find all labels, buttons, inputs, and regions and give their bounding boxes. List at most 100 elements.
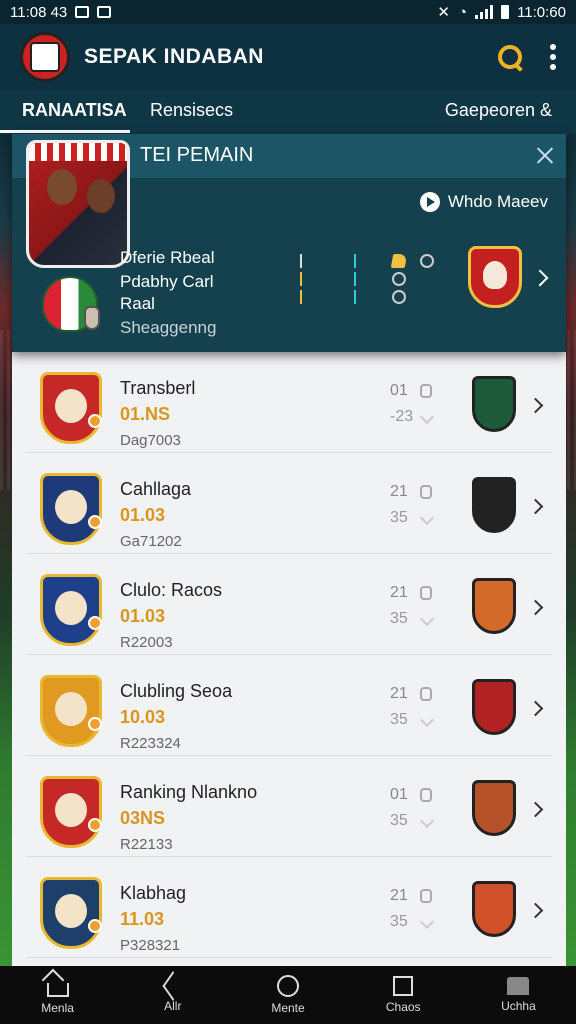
club-crest — [40, 675, 102, 747]
featured-line-1: Dferie Rbeal — [120, 248, 215, 267]
badge-dot-icon — [88, 515, 102, 529]
stat-icon — [420, 485, 432, 499]
club-crest — [40, 473, 102, 545]
list-item-rating: 01.03 — [120, 505, 166, 525]
ball-icon — [420, 254, 434, 268]
video-link[interactable]: Whdo Maeev — [419, 192, 548, 212]
list-item-code: Ga71202 — [120, 533, 182, 550]
stat-icon — [420, 788, 432, 802]
chevron-right-icon[interactable] — [527, 498, 544, 515]
list-item-stat-2: 35 — [390, 711, 408, 728]
stat-icons-col — [390, 254, 408, 304]
nav-item-menla[interactable]: Menla — [0, 966, 115, 1024]
square-icon — [393, 976, 414, 996]
chevron-down-icon — [419, 510, 435, 526]
chevron-right-icon[interactable] — [527, 902, 544, 919]
list-item-code: P328321 — [120, 937, 181, 954]
chevron-down-icon — [419, 712, 435, 728]
list-item-stat-2: 35 — [390, 610, 408, 627]
circle-icon — [277, 975, 299, 997]
play-icon — [419, 192, 440, 212]
stat-icon — [420, 687, 432, 701]
app-title: SEPAK INDABAN — [84, 45, 264, 68]
store-icon — [507, 977, 530, 995]
status-bar: 11:08 43 ✕ ◔ 11:0:60 — [0, 0, 576, 24]
search-icon[interactable] — [496, 43, 524, 72]
nav-label: Mente — [271, 1001, 305, 1015]
bottom-navigation: Menla Allr Mente Chaos Uchha — [0, 966, 576, 1024]
image-icon — [97, 6, 112, 18]
list-item-code: Dag7003 — [120, 432, 181, 449]
more-options-icon[interactable] — [550, 44, 556, 70]
wifi-icon: ◔ — [458, 3, 468, 21]
club-crest — [40, 574, 102, 646]
list-item-name: Ranking Nlankno — [120, 782, 258, 802]
stat-icon — [420, 384, 432, 398]
club-crest — [40, 372, 102, 444]
badge-dot-icon — [88, 616, 102, 630]
list-item[interactable]: Klabhag 11.03 P328321 21 35 — [26, 857, 552, 958]
nav-item-mente[interactable]: Mente — [230, 966, 345, 1024]
status-time-left: 11:08 43 — [10, 3, 68, 21]
list-item-rating: 01.03 — [120, 606, 166, 626]
stat-bars-col-1 — [300, 254, 302, 304]
app-logo[interactable] — [20, 32, 70, 82]
notification-icon — [75, 6, 90, 18]
list-item[interactable]: Transberl 01.NS Dag7003 01 -23 — [26, 352, 552, 453]
list-item-rating: 01.NS — [120, 404, 171, 424]
player-photo — [26, 140, 130, 268]
active-tab-indicator — [0, 130, 130, 133]
nav-label: Chaos — [385, 1000, 421, 1014]
chevron-right-icon[interactable] — [527, 599, 544, 616]
chevron-down-icon — [419, 409, 435, 425]
nav-item-uchha[interactable]: Uchha — [461, 966, 576, 1024]
tab-bar: RANAATISA Rensisecs Gaepeoren & — [0, 90, 576, 134]
chevron-down-icon — [419, 813, 435, 829]
list-item-rating: 03NS — [120, 808, 166, 828]
stat-icon — [420, 889, 432, 903]
close-icon[interactable] — [536, 146, 554, 164]
opponent-crest — [472, 376, 516, 432]
chevron-down-icon — [419, 611, 435, 627]
opponent-crest — [472, 578, 516, 634]
nav-item-allr[interactable]: Allr — [115, 966, 230, 1024]
chevron-right-icon[interactable] — [527, 801, 544, 818]
list-item-rating: 10.03 — [120, 707, 166, 727]
list-item-code: R22133 — [120, 836, 173, 853]
chevron-right-icon[interactable] — [527, 397, 544, 414]
club-crest — [40, 776, 102, 848]
tab-ranaatisa[interactable]: RANAATISA — [22, 100, 127, 121]
list-item[interactable]: Clubling Seoa 10.03 R223324 21 35 — [26, 655, 552, 756]
video-label: Whdo Maeev — [447, 192, 548, 211]
nav-label: Uchha — [501, 999, 536, 1013]
small-crest-icon — [84, 306, 100, 330]
ball-icon — [392, 272, 406, 286]
list-item-name: Clubling Seoa — [120, 681, 233, 701]
opponent-crest — [472, 780, 516, 836]
chevron-right-icon[interactable] — [527, 700, 544, 717]
list-item-stat-2: -23 — [390, 408, 414, 425]
club-crest — [40, 877, 102, 949]
nav-item-chaos[interactable]: Chaos — [346, 966, 461, 1024]
chevron-right-icon[interactable] — [531, 269, 549, 287]
list-item[interactable]: Cahllaga 01.03 Ga71202 21 35 — [26, 453, 552, 554]
stat-icon — [420, 586, 432, 600]
list-item[interactable]: Clulo: Racos 01.03 R22003 21 35 — [26, 554, 552, 655]
opponent-crest — [472, 477, 516, 533]
list-item-name: Cahllaga — [120, 479, 192, 499]
badge-dot-icon — [88, 414, 102, 428]
player-list: Transberl 01.NS Dag7003 01 -23 Cahllaga … — [12, 352, 566, 966]
list-item-stat-1: 21 — [390, 685, 408, 702]
mute-icon: ✕ — [437, 4, 450, 21]
tab-gaepeoren[interactable]: Gaepeoren & — [445, 100, 552, 121]
featured-line-2: Pdabhy Carl — [120, 272, 214, 291]
badge-dot-icon — [88, 818, 102, 832]
featured-title: TEI PEMAIN — [140, 144, 254, 166]
list-item[interactable]: Ranking Nlankno 03NS R22133 01 35 — [26, 756, 552, 857]
tab-rensisecs[interactable]: Rensisecs — [150, 100, 233, 121]
back-icon — [162, 971, 184, 1001]
list-item-stat-2: 35 — [390, 812, 408, 829]
featured-player-card[interactable]: TEI PEMAIN Whdo Maeev Dferie Rbeal Pdabh… — [12, 134, 566, 352]
badge-dot-icon — [88, 717, 102, 731]
list-item-stat-2: 35 — [390, 509, 408, 526]
